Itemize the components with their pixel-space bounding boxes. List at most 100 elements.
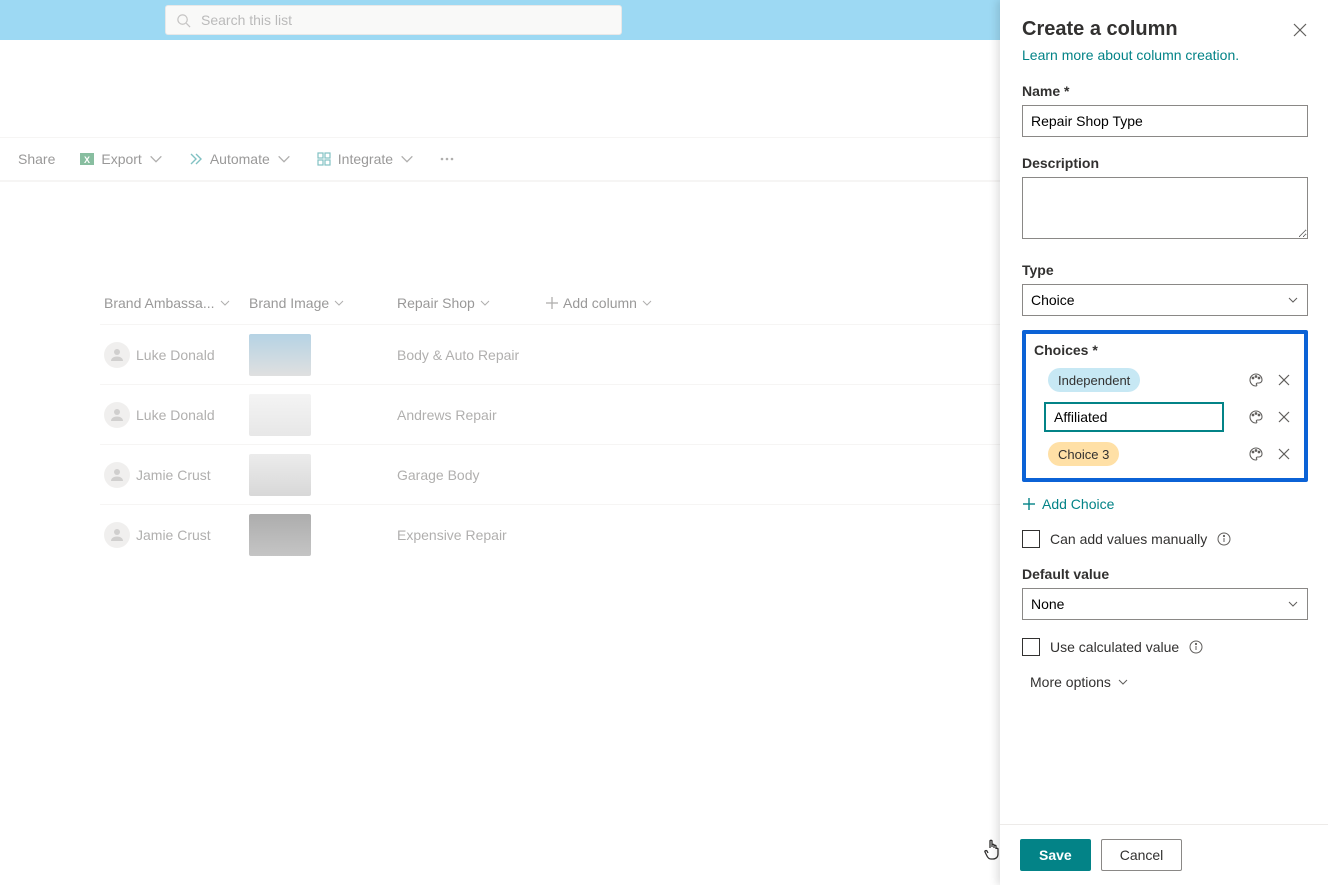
search-input[interactable] [201, 12, 611, 28]
thumbnail [249, 514, 311, 556]
chevron-down-icon [276, 151, 292, 167]
more-options-label: More options [1030, 674, 1111, 690]
chevron-down-icon [219, 297, 231, 309]
cell-repair-shop: Garage Body [397, 467, 697, 483]
choice-edit-input[interactable] [1044, 402, 1224, 432]
remove-choice-icon[interactable] [1276, 446, 1292, 462]
default-value-select[interactable]: None [1022, 588, 1308, 620]
share-label: Share [18, 151, 55, 167]
chevron-down-icon [333, 297, 345, 309]
type-select[interactable]: Choice [1022, 284, 1308, 316]
chevron-down-icon [1287, 598, 1299, 610]
palette-icon[interactable] [1248, 409, 1264, 425]
manual-values-row: Can add values manually [1022, 530, 1308, 548]
panel-title: Create a column [1022, 18, 1178, 41]
cell-image [249, 454, 397, 496]
calculated-value-checkbox[interactable] [1022, 638, 1040, 656]
chevron-down-icon [479, 297, 491, 309]
chevron-down-icon [148, 151, 164, 167]
add-choice-label: Add Choice [1042, 496, 1114, 512]
more-icon [439, 151, 455, 167]
column-brand-ambassador[interactable]: Brand Ambassa... [104, 295, 249, 311]
default-value-label: Default value [1022, 566, 1308, 582]
cell-image [249, 334, 397, 376]
export-button[interactable]: X Export [69, 143, 173, 175]
share-button[interactable]: Share [8, 143, 65, 175]
ambassador-name: Luke Donald [136, 347, 215, 363]
ambassador-name: Luke Donald [136, 407, 215, 423]
cell-repair-shop: Expensive Repair [397, 527, 697, 543]
cell-image [249, 514, 397, 556]
plus-icon [545, 296, 559, 310]
info-icon[interactable] [1217, 532, 1231, 546]
cell-ambassador: Jamie Crust [104, 462, 249, 488]
column-repair-shop[interactable]: Repair Shop [397, 295, 545, 311]
thumbnail [249, 394, 311, 436]
ambassador-name: Jamie Crust [136, 467, 211, 483]
column-label: Repair Shop [397, 295, 475, 311]
shop-name: Andrews Repair [397, 407, 497, 423]
automate-button[interactable]: Automate [178, 143, 302, 175]
palette-icon[interactable] [1248, 446, 1264, 462]
shop-name: Expensive Repair [397, 527, 507, 543]
more-options-toggle[interactable]: More options [1022, 674, 1308, 690]
person-icon [108, 406, 126, 424]
choices-section-highlight: Choices * Independent Choice 3 [1022, 330, 1308, 482]
description-label: Description [1022, 155, 1308, 171]
remove-choice-icon[interactable] [1276, 372, 1292, 388]
avatar [104, 522, 130, 548]
cell-ambassador: Luke Donald [104, 402, 249, 428]
manual-values-checkbox[interactable] [1022, 530, 1040, 548]
calculated-value-row: Use calculated value [1022, 638, 1308, 656]
cell-image [249, 394, 397, 436]
thumbnail [249, 454, 311, 496]
ambassador-name: Jamie Crust [136, 527, 211, 543]
add-column-button[interactable]: Add column [545, 295, 653, 311]
person-icon [108, 526, 126, 544]
add-choice-button[interactable]: Add Choice [1022, 496, 1308, 512]
more-button[interactable] [429, 143, 465, 175]
description-input[interactable] [1022, 177, 1308, 239]
avatar [104, 462, 130, 488]
thumbnail [249, 334, 311, 376]
manual-values-label: Can add values manually [1050, 531, 1207, 547]
choice-row [1034, 402, 1296, 432]
export-label: Export [101, 151, 141, 167]
avatar [104, 342, 130, 368]
panel-footer: Save Cancel [1000, 824, 1328, 885]
info-icon[interactable] [1189, 640, 1203, 654]
integrate-label: Integrate [338, 151, 393, 167]
cell-repair-shop: Body & Auto Repair [397, 347, 697, 363]
search-icon [176, 13, 191, 28]
choice-row: Independent [1034, 368, 1296, 392]
name-input[interactable] [1022, 105, 1308, 137]
automate-label: Automate [210, 151, 270, 167]
flow-icon [188, 151, 204, 167]
learn-more-link[interactable]: Learn more about column creation. [1022, 47, 1239, 63]
svg-text:X: X [84, 155, 90, 165]
cell-repair-shop: Andrews Repair [397, 407, 697, 423]
choice-row: Choice 3 [1034, 442, 1296, 466]
person-icon [108, 346, 126, 364]
choices-label: Choices * [1034, 342, 1296, 358]
plus-icon [1022, 497, 1036, 511]
palette-icon[interactable] [1248, 372, 1264, 388]
person-icon [108, 466, 126, 484]
type-label: Type [1022, 262, 1308, 278]
cancel-button[interactable]: Cancel [1101, 839, 1183, 871]
cell-ambassador: Jamie Crust [104, 522, 249, 548]
integrate-button[interactable]: Integrate [306, 143, 425, 175]
chevron-down-icon [399, 151, 415, 167]
save-button[interactable]: Save [1020, 839, 1091, 871]
close-icon[interactable] [1292, 22, 1308, 38]
column-label: Brand Image [249, 295, 329, 311]
column-brand-image[interactable]: Brand Image [249, 295, 397, 311]
search-box[interactable] [165, 5, 622, 35]
remove-choice-icon[interactable] [1276, 409, 1292, 425]
type-value: Choice [1031, 292, 1075, 308]
calculated-value-label: Use calculated value [1050, 639, 1179, 655]
choice-pill[interactable]: Choice 3 [1048, 442, 1119, 466]
choice-pill[interactable]: Independent [1048, 368, 1140, 392]
chevron-down-icon [1117, 676, 1129, 688]
add-column-label: Add column [563, 295, 637, 311]
